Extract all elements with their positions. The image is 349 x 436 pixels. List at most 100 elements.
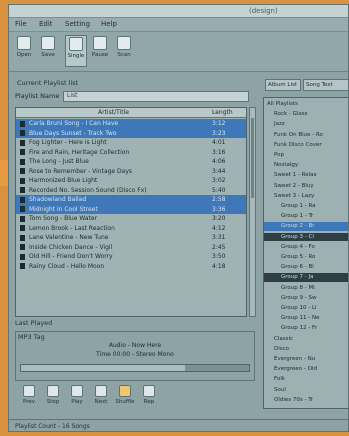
- menu-file[interactable]: File: [15, 20, 27, 28]
- tree-item[interactable]: Oldies 70s - Tr: [264, 396, 348, 405]
- tree-item[interactable]: Group 6 - Bl: [264, 263, 348, 272]
- seek-bar[interactable]: [20, 364, 250, 372]
- tree-item[interactable]: Funk On Blue - Ro: [264, 131, 348, 140]
- checkbox[interactable]: [20, 225, 25, 231]
- song-length: 3:31: [212, 234, 226, 241]
- save-button[interactable]: Save: [37, 35, 59, 67]
- tree-item[interactable]: Funk Disco Cover: [264, 141, 348, 150]
- tree-item[interactable]: Group 12 - Fr: [264, 324, 348, 333]
- tree-item-label: Group 10 - Li: [281, 305, 317, 311]
- tree-item[interactable]: Group 3 - Cl: [264, 232, 348, 242]
- tree-item[interactable]: Group 4 - Fo: [264, 243, 348, 252]
- tree-item[interactable]: Group 10 - Li: [264, 304, 348, 313]
- tree-item-label: Sweet 2 - Bluy: [274, 182, 314, 189]
- tab-song-text[interactable]: Song Text: [303, 79, 348, 91]
- table-row[interactable]: Shadowland Ballad 2:58: [16, 195, 246, 205]
- tree-item[interactable]: Soul: [264, 386, 348, 395]
- shuffle-button[interactable]: Shuffle: [115, 385, 135, 405]
- checkbox[interactable]: [20, 120, 25, 127]
- tree-item[interactable]: Group 1 - Ra: [264, 202, 348, 211]
- column-title[interactable]: Artist/Title: [98, 109, 129, 116]
- tree-item-label: Group 9 - Sw: [281, 294, 317, 301]
- menu-help[interactable]: Help: [101, 20, 117, 28]
- table-row[interactable]: Harmonized Blue Light 3:02: [16, 176, 246, 186]
- checkbox[interactable]: [20, 158, 25, 165]
- open-button[interactable]: Open: [13, 35, 35, 67]
- table-row[interactable]: Fog Lighter - Here is Light 4:01: [16, 138, 246, 148]
- scan-button[interactable]: Scan: [113, 35, 135, 67]
- checkbox[interactable]: [20, 168, 25, 174]
- pause-button[interactable]: Pause: [89, 35, 111, 67]
- repeat-button[interactable]: Rep: [139, 385, 159, 405]
- table-row[interactable]: Lemon Brook - Last Reaction 4:12: [16, 224, 246, 234]
- next-button[interactable]: Next: [91, 385, 111, 405]
- tree-item[interactable]: Rock - Glass: [264, 110, 348, 119]
- tree-item[interactable]: Sweet 3 - Lazy: [264, 192, 348, 201]
- tree-item[interactable]: Sweet 2 - Bluy: [264, 182, 348, 191]
- prev-button[interactable]: Prev: [19, 385, 39, 405]
- tree-item[interactable]: Group 5 - Ro: [264, 253, 348, 262]
- tree-item[interactable]: Nostalgy: [264, 161, 348, 170]
- checkbox[interactable]: [20, 139, 25, 146]
- tree-item[interactable]: All Playlists: [264, 100, 348, 109]
- tab-album-list[interactable]: Album List: [265, 79, 301, 91]
- table-row[interactable]: Tom Song - Blue Water 3:20: [16, 214, 246, 224]
- tree-item[interactable]: Folk: [264, 375, 348, 384]
- checkbox[interactable]: [20, 130, 25, 136]
- tree-item[interactable]: Jazz: [264, 120, 348, 129]
- pause-icon: [93, 36, 107, 50]
- tree-item-label: Group 3 - Cl: [281, 233, 314, 240]
- prev-label: Prev: [23, 399, 35, 405]
- menu-setting[interactable]: Setting: [65, 20, 90, 28]
- tree-item[interactable]: Group 9 - Sw: [264, 294, 348, 303]
- tree-item[interactable]: Evergreen - Old: [264, 365, 348, 374]
- table-row[interactable]: Recorded No. Session Sound (Disco Fx) 5:4…: [16, 186, 246, 196]
- tree-item-label: Evergreen - Old: [274, 366, 317, 373]
- checkbox[interactable]: [20, 187, 25, 193]
- tree-item[interactable]: Sweet 1 - Relax: [264, 171, 348, 180]
- song-title: Inside Chicken Dance - Vigil: [29, 243, 113, 251]
- table-row[interactable]: Rainy Cloud - Hello Moon 4:18: [16, 262, 246, 272]
- song-title: Fire and Rain, Heritage Collection: [29, 148, 130, 156]
- checkbox[interactable]: [20, 253, 25, 260]
- tree-item[interactable]: Evergreen - Nu: [264, 355, 348, 364]
- list-scrollbar[interactable]: [249, 107, 256, 317]
- tree-item[interactable]: Group 11 - Ne: [264, 314, 348, 323]
- checkbox[interactable]: [20, 196, 25, 203]
- tree-item[interactable]: Pop: [264, 151, 348, 160]
- checkbox[interactable]: [20, 149, 25, 155]
- tree-item[interactable]: Group 1 - Tr: [264, 212, 348, 221]
- checkbox[interactable]: [20, 263, 25, 269]
- checkbox[interactable]: [20, 206, 25, 212]
- song-title: Fog Lighter - Here is Light: [29, 139, 107, 146]
- table-row[interactable]: Fire and Rain, Heritage Collection 3:16: [16, 148, 246, 158]
- checkbox[interactable]: [20, 234, 25, 241]
- tree-item[interactable]: Group 7 - Ja: [264, 273, 348, 282]
- shuffle-label: Shuffle: [115, 399, 135, 405]
- table-row[interactable]: Lane Valentine - New Tune 3:31: [16, 233, 246, 243]
- checkbox[interactable]: [20, 244, 25, 250]
- playlist-name-input[interactable]: List: [63, 91, 249, 102]
- table-row[interactable]: Rose to Remember - Vintage Days 3:44: [16, 167, 246, 177]
- tree-item-label: Funk Disco Cover: [274, 141, 322, 148]
- table-row[interactable]: Midnight in Cool Street 3:36: [16, 204, 246, 214]
- checkbox[interactable]: [20, 177, 25, 184]
- tree-item[interactable]: Group 2 - Br: [264, 222, 348, 231]
- checkbox[interactable]: [20, 215, 25, 222]
- tree-item[interactable]: Group 8 - Mi: [264, 284, 348, 293]
- tree-item[interactable]: Classic: [264, 335, 348, 344]
- table-row[interactable]: Inside Chicken Dance - Vigil 2:45: [16, 243, 246, 253]
- menu-edit[interactable]: Edit: [39, 20, 53, 28]
- table-row[interactable]: Old Hill - Friend Don't Worry 3:50: [16, 252, 246, 262]
- tree-item[interactable]: Disco: [264, 345, 348, 354]
- single-button[interactable]: Single: [65, 35, 87, 67]
- play-button[interactable]: Play: [67, 385, 87, 405]
- column-length[interactable]: Length: [212, 109, 233, 116]
- stop-label: Stop: [46, 399, 60, 405]
- stop-button[interactable]: Stop: [43, 385, 63, 405]
- table-row[interactable]: The Long - Just Blue 4:06: [16, 157, 246, 167]
- table-row[interactable]: Carla Bruni Song - I Can Have 3:12: [16, 119, 246, 129]
- table-row[interactable]: Blue Days Sunset - Track Two 3:23: [16, 128, 246, 138]
- scroll-thumb[interactable]: [251, 118, 254, 198]
- song-length: 3:44: [212, 167, 226, 175]
